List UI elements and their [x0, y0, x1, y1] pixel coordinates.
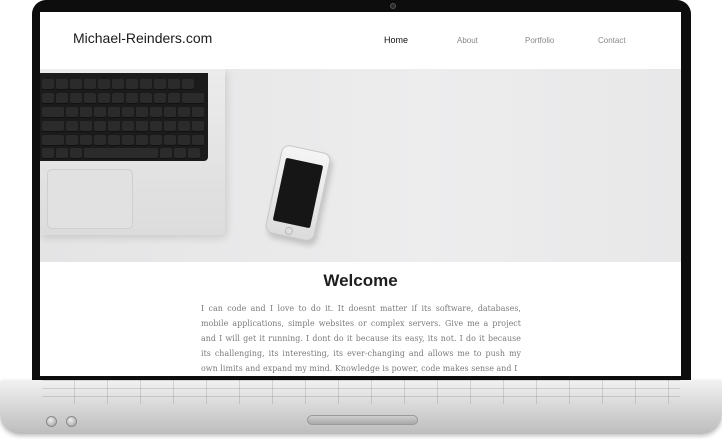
status-light-icon [66, 416, 77, 427]
welcome-heading: Welcome [323, 271, 398, 290]
welcome-paragraph: I can code and I love to do it. It doesn… [201, 304, 521, 373]
status-light-icon [46, 416, 57, 427]
touchpad-illustration [47, 169, 133, 229]
site-header: Michael-Reinders.com Home About Portfoli… [40, 12, 681, 69]
hero-phone-illustration [264, 143, 332, 243]
website-viewport: Michael-Reinders.com Home About Portfoli… [40, 12, 681, 376]
nav-contact[interactable]: Contact [598, 36, 626, 45]
site-logo[interactable]: Michael-Reinders.com [73, 30, 212, 46]
nav-home[interactable]: Home [384, 35, 408, 45]
laptop-trackpad [307, 415, 418, 425]
laptop-base [0, 380, 722, 434]
nav-about[interactable]: About [457, 36, 478, 45]
camera-icon [390, 3, 396, 9]
phone-screen [272, 157, 324, 229]
phone-home-button [284, 226, 294, 236]
laptop-keyboard-edge [42, 380, 680, 404]
hero-laptop-illustration [40, 69, 225, 235]
hero-image [40, 69, 681, 262]
keyboard-illustration [40, 73, 208, 161]
nav-portfolio[interactable]: Portfolio [525, 36, 554, 45]
